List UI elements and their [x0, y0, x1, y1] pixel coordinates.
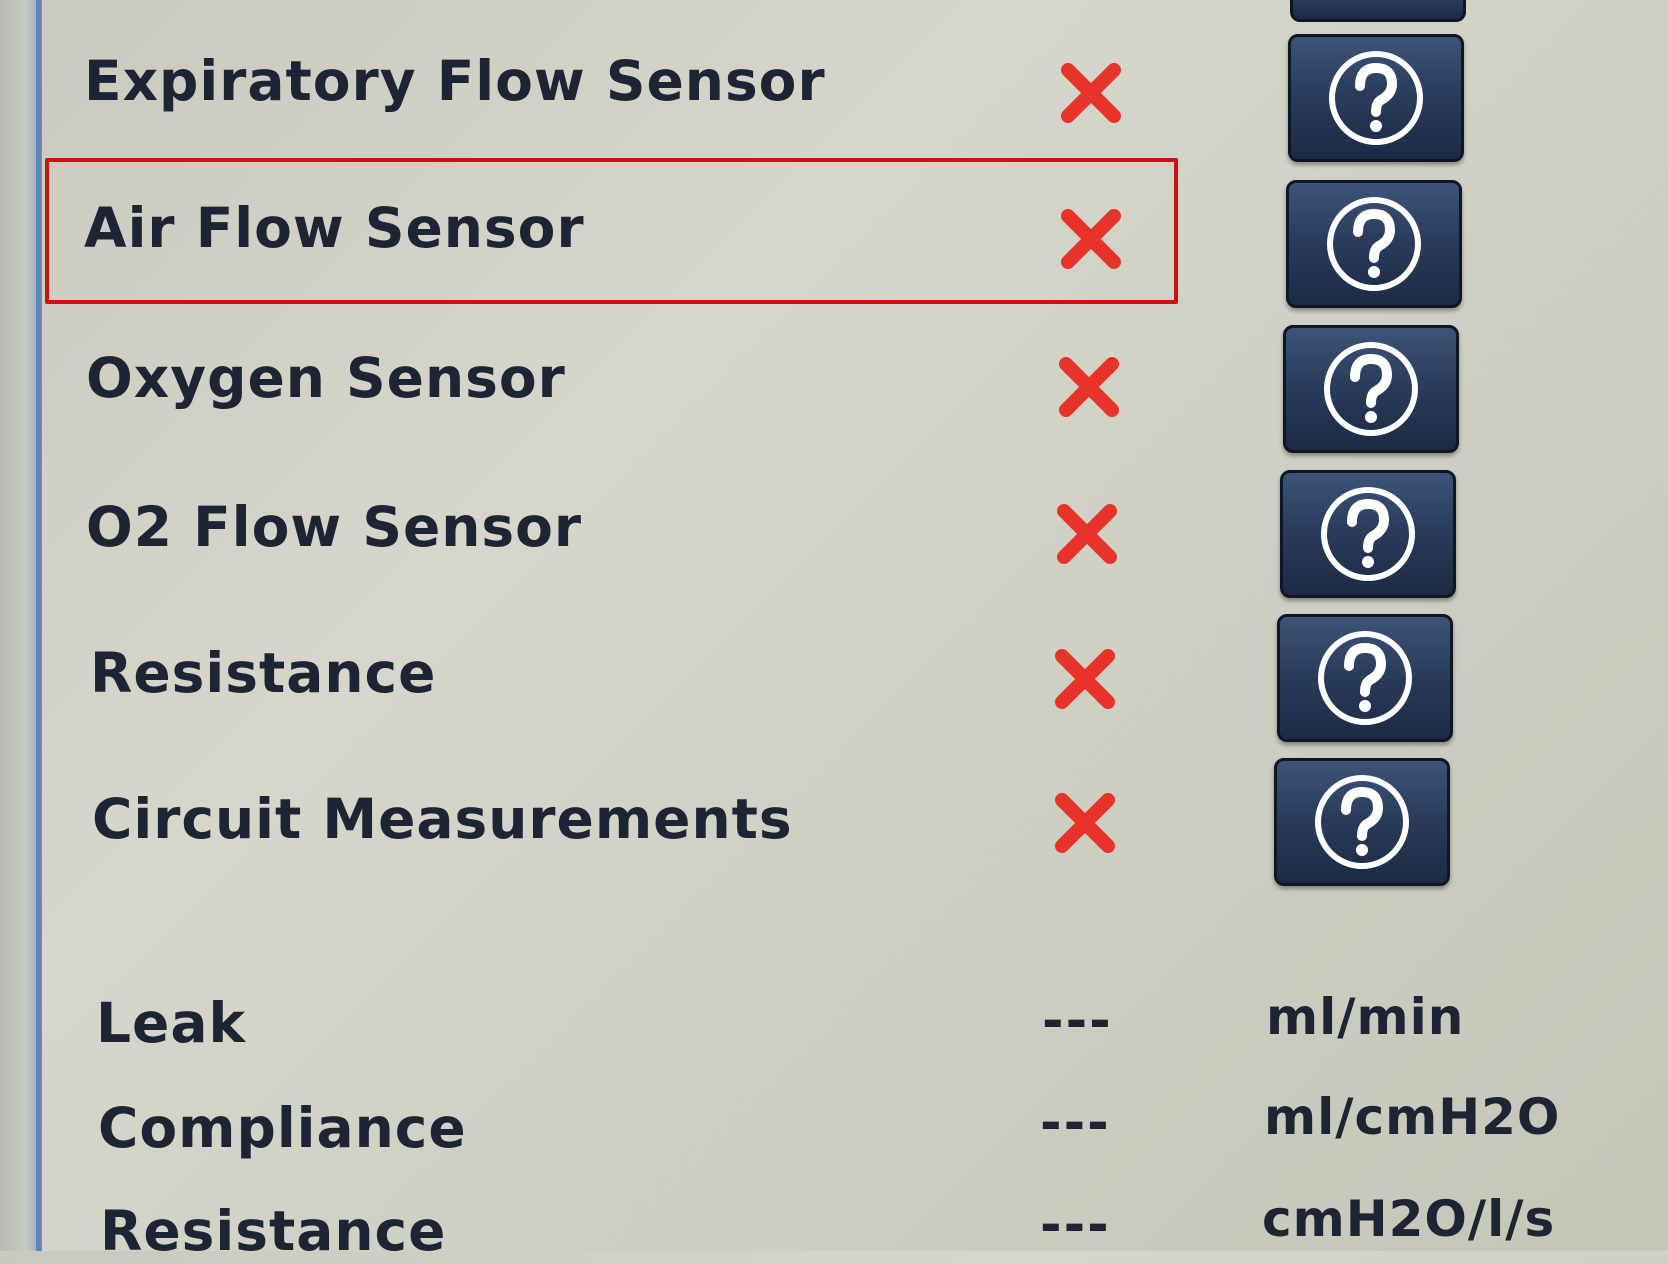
help-icon [1324, 342, 1418, 436]
help-button-circuit-measurements[interactable] [1274, 758, 1450, 886]
x-icon [1057, 504, 1117, 564]
help-icon [1315, 775, 1409, 869]
help-button-o2-flow-sensor[interactable] [1280, 470, 1456, 598]
test-label-air-flow-sensor[interactable]: Air Flow Sensor [84, 195, 585, 261]
test-label-resistance: Resistance [90, 641, 437, 705]
x-icon [1055, 793, 1115, 853]
measurement-value-resistance: --- [1040, 1195, 1111, 1255]
panel-border-line [36, 0, 41, 1251]
help-icon [1327, 197, 1421, 291]
measurement-value-compliance: --- [1040, 1093, 1111, 1153]
help-button-partial[interactable] [1290, 0, 1466, 22]
help-icon [1329, 51, 1423, 145]
help-button-resistance[interactable] [1277, 614, 1453, 742]
x-icon [1061, 63, 1121, 123]
test-label-o2-flow-sensor: O2 Flow Sensor [86, 495, 583, 559]
help-icon [1318, 631, 1412, 725]
measurement-unit-leak: ml/min [1266, 988, 1465, 1046]
measurement-label-leak: Leak [96, 991, 247, 1055]
help-icon [1321, 487, 1415, 581]
x-icon [1059, 357, 1119, 417]
test-label-expiratory-flow-sensor: Expiratory Flow Sensor [84, 49, 826, 113]
help-button-expiratory-flow-sensor[interactable] [1288, 34, 1464, 162]
measurement-label-compliance: Compliance [98, 1096, 467, 1160]
measurement-unit-compliance: ml/cmH2O [1264, 1088, 1561, 1146]
measurement-unit-resistance: cmH2O/l/s [1262, 1190, 1556, 1248]
x-icon [1061, 209, 1121, 269]
help-button-air-flow-sensor[interactable] [1286, 180, 1462, 308]
test-label-oxygen-sensor: Oxygen Sensor [86, 346, 566, 410]
x-icon [1055, 649, 1115, 709]
help-button-oxygen-sensor[interactable] [1283, 325, 1459, 453]
measurement-value-leak: --- [1042, 991, 1113, 1051]
measurement-label-resistance: Resistance [100, 1199, 447, 1263]
test-label-circuit-measurements: Circuit Measurements [92, 787, 793, 851]
